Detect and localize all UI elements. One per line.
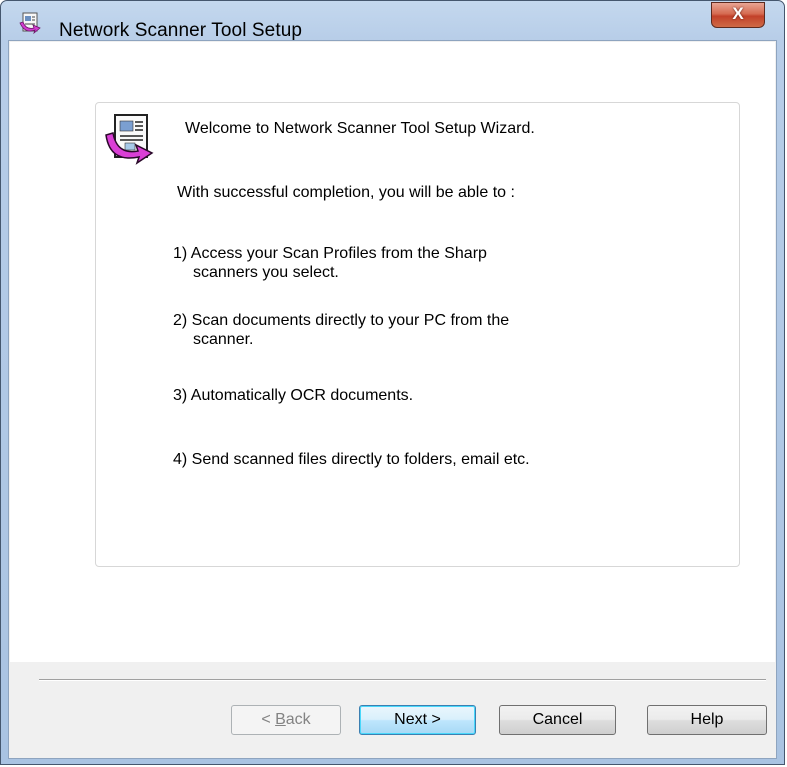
welcome-intro: With successful completion, you will be … xyxy=(177,184,515,201)
list-item-continuation: scanner. xyxy=(193,331,254,348)
setup-wizard-icon xyxy=(105,114,154,165)
title-bar[interactable]: Network Scanner Tool Setup X xyxy=(1,1,784,41)
next-button[interactable]: Next > xyxy=(359,705,476,735)
cancel-button[interactable]: Cancel xyxy=(499,705,616,735)
next-label: Next > xyxy=(394,711,441,728)
list-item: 3) Automatically OCR documents. xyxy=(173,387,414,404)
window-title: Network Scanner Tool Setup xyxy=(59,20,303,41)
back-label-prefix: < xyxy=(261,711,276,728)
close-button[interactable]: X xyxy=(711,2,765,28)
list-item-continuation: scanners you select. xyxy=(193,264,339,281)
help-button[interactable]: Help xyxy=(647,705,767,735)
welcome-heading: Welcome to Network Scanner Tool Setup Wi… xyxy=(185,120,535,137)
list-item: 2) Scan documents directly to your PC fr… xyxy=(173,312,510,329)
cancel-label: Cancel xyxy=(532,711,583,728)
close-icon: X xyxy=(732,4,744,23)
welcome-panel: Welcome to Network Scanner Tool Setup Wi… xyxy=(95,102,740,567)
dialog-client-area: Welcome to Network Scanner Tool Setup Wi… xyxy=(8,40,777,759)
back-label-rest: ack xyxy=(285,711,311,728)
help-label: Help xyxy=(690,711,724,728)
list-item: 1) Access your Scan Profiles from the Sh… xyxy=(173,245,487,262)
list-item: 4) Send scanned files directly to folder… xyxy=(173,451,530,468)
setup-window: Network Scanner Tool Setup X Welcome to xyxy=(0,0,785,765)
setup-app-icon xyxy=(19,12,41,34)
wizard-content-area: Welcome to Network Scanner Tool Setup Wi… xyxy=(10,42,775,662)
button-separator xyxy=(39,679,766,681)
back-button[interactable]: < Back xyxy=(231,705,341,735)
back-label-mnemonic: B xyxy=(275,711,286,728)
